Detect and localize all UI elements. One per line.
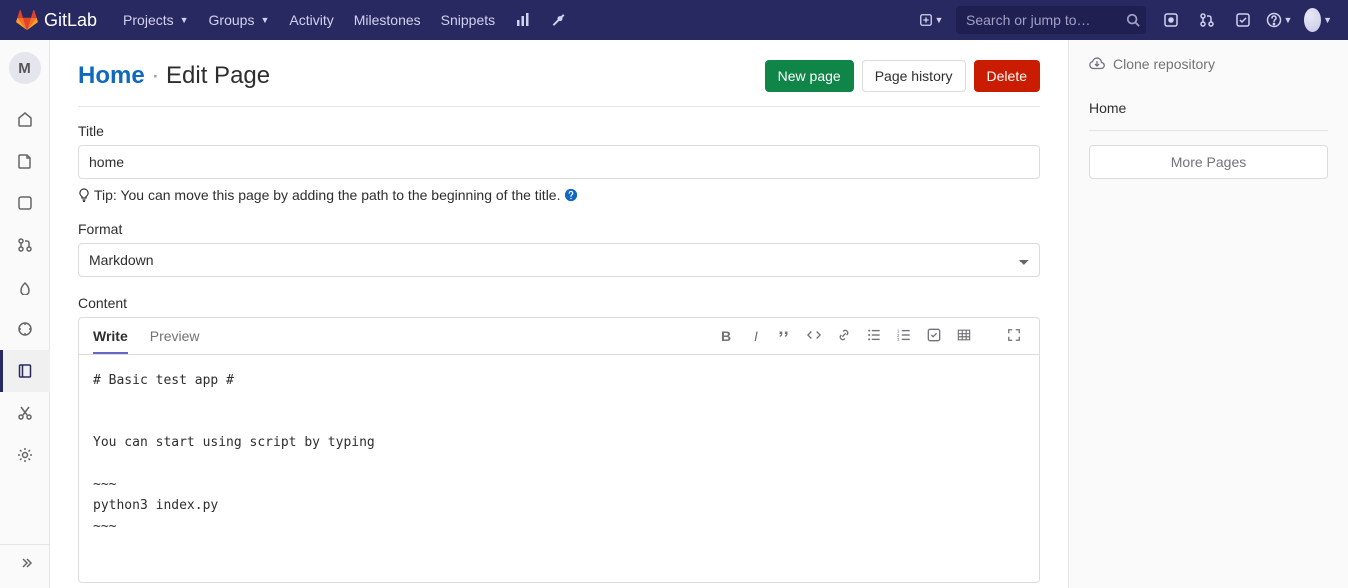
nav-snippets[interactable]: Snippets xyxy=(431,0,505,40)
code-icon[interactable] xyxy=(807,328,825,344)
more-pages-button[interactable]: More Pages xyxy=(1089,145,1328,179)
content-textarea[interactable] xyxy=(79,367,1039,567)
right-icons: ▼ ▼ xyxy=(1154,0,1332,40)
right-sidebar: Clone repository Home More Pages xyxy=(1068,40,1348,588)
sidebar-issues-icon[interactable] xyxy=(0,182,50,224)
editor: Write Preview B I 123 xyxy=(78,317,1040,583)
chevron-down-icon: ▼ xyxy=(260,15,269,25)
sidebar-operations-icon[interactable] xyxy=(0,308,50,350)
nav-analytics-icon[interactable] xyxy=(505,0,541,40)
header-actions: New page Page history Delete xyxy=(765,60,1040,92)
user-menu[interactable]: ▼ xyxy=(1298,0,1332,40)
title-tip: Tip: You can move this page by adding th… xyxy=(78,187,1040,203)
gitlab-logo[interactable]: GitLab xyxy=(16,9,97,31)
chevron-down-icon: ▼ xyxy=(1323,15,1332,25)
task-list-icon[interactable] xyxy=(927,328,945,344)
nav-activity[interactable]: Activity xyxy=(279,0,343,40)
title-input[interactable] xyxy=(78,145,1040,179)
editor-toolbar: B I 123 xyxy=(717,328,1025,344)
todos-icon[interactable] xyxy=(1226,0,1260,40)
clone-repo-link[interactable]: Clone repository xyxy=(1089,56,1328,72)
editor-tabs: Write Preview B I 123 xyxy=(79,318,1039,355)
cloud-download-icon xyxy=(1089,56,1105,72)
preview-tab[interactable]: Preview xyxy=(150,318,200,354)
svg-text:3: 3 xyxy=(897,337,900,342)
chevron-down-icon: ▼ xyxy=(1284,15,1293,25)
title-label: Title xyxy=(78,123,1040,139)
delete-button[interactable]: Delete xyxy=(974,60,1040,92)
page-header: Home · Edit Page New page Page history D… xyxy=(78,60,1040,92)
page-history-button[interactable]: Page history xyxy=(862,60,966,92)
sidebar-wiki-icon[interactable] xyxy=(0,350,50,392)
sidebar-mr-icon[interactable] xyxy=(0,224,50,266)
lightbulb-icon xyxy=(78,188,90,202)
numbered-list-icon[interactable]: 123 xyxy=(897,328,915,344)
title-group: Title Tip: You can move this page by add… xyxy=(78,123,1040,203)
italic-icon[interactable]: I xyxy=(747,328,765,344)
format-group: Format Markdown xyxy=(78,221,1040,277)
main-content: Home · Edit Page New page Page history D… xyxy=(50,40,1068,588)
sidebar-snippets-icon[interactable] xyxy=(0,392,50,434)
nav-milestones[interactable]: Milestones xyxy=(344,0,431,40)
help-icon[interactable] xyxy=(564,188,578,202)
top-nav: GitLab Projects▼ Groups▼ Activity Milest… xyxy=(0,0,1348,40)
table-icon[interactable] xyxy=(957,328,975,344)
content-label: Content xyxy=(78,295,1040,311)
bullet-list-icon[interactable] xyxy=(867,328,885,344)
nav-projects[interactable]: Projects▼ xyxy=(113,0,199,40)
sidebar-home-link[interactable]: Home xyxy=(1089,92,1328,131)
page-title: Home · Edit Page xyxy=(78,62,270,90)
content-group: Content Write Preview B I 123 xyxy=(78,295,1040,583)
divider xyxy=(78,106,1040,107)
nav-admin-icon[interactable] xyxy=(541,0,577,40)
editor-body xyxy=(79,355,1039,582)
bold-icon[interactable]: B xyxy=(717,328,735,344)
fullscreen-icon[interactable] xyxy=(1007,328,1025,344)
format-label: Format xyxy=(78,221,1040,237)
search-input[interactable] xyxy=(956,6,1146,34)
title-suffix: Edit Page xyxy=(166,62,270,89)
write-tab[interactable]: Write xyxy=(93,318,128,354)
plus-dropdown[interactable]: ▼ xyxy=(914,0,948,40)
chevron-down-icon: ▼ xyxy=(935,15,944,25)
issues-icon[interactable] xyxy=(1154,0,1188,40)
chevron-down-icon: ▼ xyxy=(180,15,189,25)
avatar xyxy=(1304,8,1321,32)
project-avatar[interactable]: M xyxy=(9,52,41,84)
tip-text: Tip: You can move this page by adding th… xyxy=(94,187,560,203)
left-sidebar: M xyxy=(0,40,50,588)
new-page-button[interactable]: New page xyxy=(765,60,854,92)
sidebar-cicd-icon[interactable] xyxy=(0,266,50,308)
help-icon[interactable]: ▼ xyxy=(1262,0,1296,40)
format-select[interactable]: Markdown xyxy=(78,243,1040,277)
home-link[interactable]: Home xyxy=(78,62,145,89)
brand-name: GitLab xyxy=(44,10,97,31)
tanuki-icon xyxy=(16,9,38,31)
sidebar-collapse-toggle[interactable] xyxy=(0,544,50,580)
nav-items: Projects▼ Groups▼ Activity Milestones Sn… xyxy=(113,0,577,40)
search-icon[interactable] xyxy=(1126,13,1140,27)
nav-groups[interactable]: Groups▼ xyxy=(199,0,280,40)
merge-requests-icon[interactable] xyxy=(1190,0,1224,40)
search-box xyxy=(956,6,1146,34)
quote-icon[interactable] xyxy=(777,328,795,344)
sidebar-settings-icon[interactable] xyxy=(0,434,50,476)
link-icon[interactable] xyxy=(837,328,855,344)
sidebar-repo-icon[interactable] xyxy=(0,140,50,182)
sidebar-home-icon[interactable] xyxy=(0,98,50,140)
